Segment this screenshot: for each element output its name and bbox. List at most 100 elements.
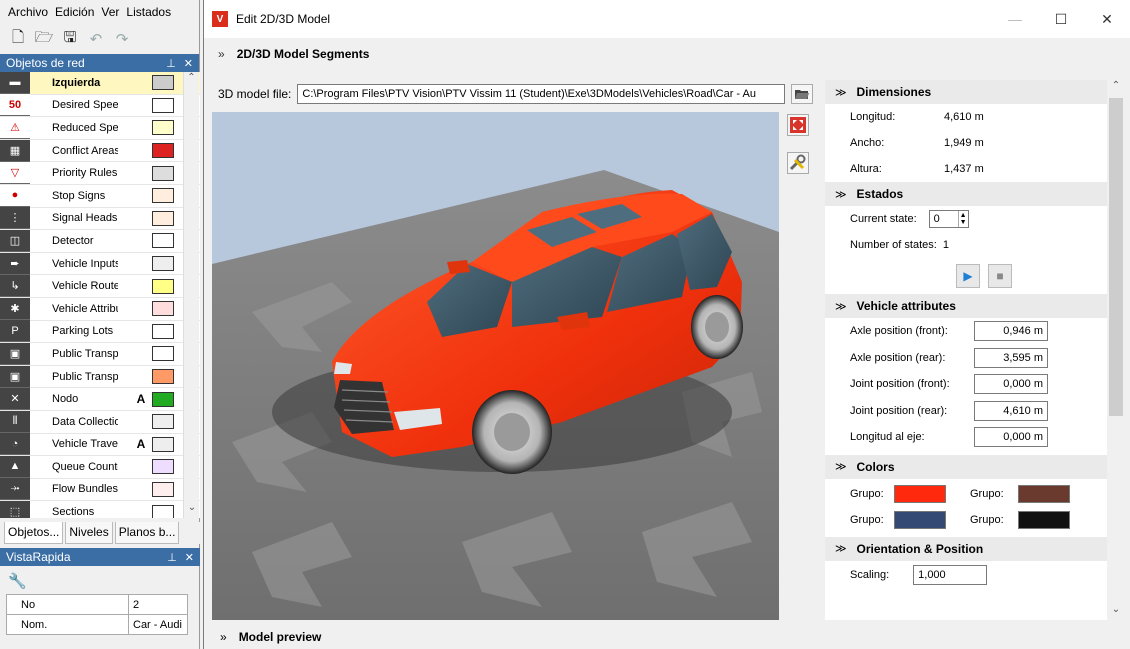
object-color-swatch[interactable]: [152, 346, 174, 362]
color-swatch[interactable]: [894, 484, 946, 503]
scroll-down-icon[interactable]: ⌄: [184, 502, 200, 518]
quickview-value[interactable]: 2: [128, 594, 188, 615]
list-item[interactable]: ✕ Nodo A: [0, 388, 200, 411]
label-flag[interactable]: A: [134, 392, 148, 406]
object-color-swatch[interactable]: [152, 459, 174, 475]
list-item[interactable]: ✱ Vehicle Attribu: [0, 297, 200, 321]
menu-archivo[interactable]: Archivo: [8, 5, 48, 19]
close-icon[interactable]: ✕: [185, 551, 194, 564]
object-color-swatch[interactable]: [152, 323, 174, 339]
maximize-icon[interactable]: ☐: [1038, 0, 1084, 38]
list-item[interactable]: ▲ Queue Counte: [0, 455, 200, 479]
list-item[interactable]: ▣ Public Transpo: [0, 342, 200, 366]
object-color-swatch[interactable]: [152, 188, 174, 204]
object-color-swatch[interactable]: [152, 120, 174, 136]
object-color-swatch[interactable]: [152, 391, 174, 407]
list-item[interactable]: ▽ Priority Rules: [0, 162, 200, 185]
list-item[interactable]: ▣ Public Transpo: [0, 365, 200, 389]
list-item[interactable]: ➨ Vehicle Inputs: [0, 252, 200, 276]
object-color-swatch[interactable]: [152, 143, 174, 159]
object-color-swatch[interactable]: [152, 504, 174, 518]
list-item[interactable]: ▦ Conflict Areas: [0, 139, 200, 163]
list-item[interactable]: 50 Desired Speed: [0, 94, 200, 118]
list-item[interactable]: ⦀ Data Collectio: [0, 410, 200, 434]
open-folder-icon[interactable]: 🗁: [34, 29, 54, 49]
section-colors[interactable]: ≫ Colors: [825, 454, 1107, 479]
section-orientation[interactable]: ≫ Orientation & Position: [825, 536, 1107, 561]
redo-icon[interactable]: ↷: [112, 29, 132, 49]
close-icon[interactable]: ✕: [184, 57, 193, 70]
object-color-swatch[interactable]: [152, 414, 174, 430]
collapse-chevron-icon[interactable]: ≫: [835, 86, 847, 99]
object-color-swatch[interactable]: [152, 369, 174, 385]
play-button[interactable]: ▶: [956, 264, 980, 288]
list-item[interactable]: ⋮ Signal Heads: [0, 207, 200, 231]
menu-edicion[interactable]: Edición: [55, 5, 94, 19]
list-item[interactable]: ⚠ Reduced Spee: [0, 116, 200, 140]
list-item[interactable]: ◫ Detector: [0, 229, 200, 253]
model-file-input[interactable]: C:\Program Files\PTV Vision\PTV Vissim 1…: [297, 84, 786, 104]
properties-scrollbar[interactable]: ⌃ ⌄: [1107, 80, 1125, 620]
attr-input[interactable]: 3,595 m: [974, 347, 1048, 368]
segments-header[interactable]: » 2D/3D Model Segments: [204, 38, 1130, 70]
new-file-icon[interactable]: 🗋: [8, 29, 28, 49]
fit-view-button[interactable]: [787, 114, 809, 136]
label-flag[interactable]: A: [134, 437, 148, 451]
stop-button[interactable]: ■: [988, 264, 1012, 288]
stepper-down-icon[interactable]: ▼: [960, 219, 967, 226]
object-color-swatch[interactable]: [152, 278, 174, 294]
collapse-chevron-icon[interactable]: ≫: [835, 460, 847, 473]
collapse-chevron-icon[interactable]: ≫: [835, 188, 847, 201]
model-3d-viewport[interactable]: [212, 112, 779, 620]
pin-icon[interactable]: ⊥: [167, 551, 177, 564]
object-color-swatch[interactable]: [152, 256, 174, 272]
current-state-stepper[interactable]: 0 ▲ ▼: [928, 210, 969, 228]
minimize-icon[interactable]: —: [992, 0, 1038, 38]
object-color-swatch[interactable]: [152, 233, 174, 249]
attr-input[interactable]: 0,946 m: [974, 321, 1048, 342]
attr-input[interactable]: 0,000 m: [974, 374, 1048, 395]
collapse-chevron-icon[interactable]: ≫: [835, 542, 847, 555]
browse-folder-button[interactable]: [791, 84, 814, 104]
expand-chevron-icon[interactable]: »: [218, 47, 225, 61]
color-swatch[interactable]: [1018, 510, 1070, 529]
object-color-swatch[interactable]: [152, 210, 174, 226]
table-row[interactable]: No 2: [6, 594, 188, 615]
tools-dropdown-button[interactable]: [787, 152, 809, 174]
object-color-swatch[interactable]: [152, 436, 174, 452]
section-dimensions[interactable]: ≫ Dimensiones: [825, 80, 1107, 104]
list-item[interactable]: ↳ Vehicle Routes: [0, 275, 200, 298]
list-item[interactable]: P Parking Lots: [0, 320, 200, 344]
close-icon[interactable]: ✕: [1084, 0, 1130, 38]
object-color-swatch[interactable]: [152, 97, 174, 113]
wrench-icon[interactable]: 🔧: [0, 568, 200, 594]
tab-backgrounds[interactable]: Planos b...: [114, 522, 180, 544]
list-item[interactable]: ▬ Izquierda: [0, 72, 200, 95]
expand-chevron-icon[interactable]: »: [220, 630, 227, 644]
color-swatch[interactable]: [1018, 484, 1070, 503]
tab-levels[interactable]: Niveles: [65, 522, 113, 544]
object-color-swatch[interactable]: [152, 75, 174, 91]
scroll-up-icon[interactable]: ⌃: [184, 72, 199, 88]
object-color-swatch[interactable]: [152, 481, 174, 497]
menu-ver[interactable]: Ver: [101, 5, 119, 19]
section-states[interactable]: ≫ Estados: [825, 182, 1107, 206]
color-swatch[interactable]: [894, 510, 946, 529]
pin-icon[interactable]: ⊥: [166, 57, 176, 70]
scroll-up-icon[interactable]: ⌃: [1107, 80, 1125, 96]
attr-input[interactable]: 0,000 m: [974, 427, 1048, 448]
list-item[interactable]: ⬚ Sections: [0, 501, 200, 518]
objects-scrollbar[interactable]: ⌃ ⌄: [183, 72, 199, 518]
list-item[interactable]: ● Stop Signs: [0, 184, 200, 208]
attr-input[interactable]: 4,610 m: [974, 400, 1048, 421]
section-vehicle-attributes[interactable]: ≫ Vehicle attributes: [825, 294, 1107, 318]
menu-listados[interactable]: Listados: [126, 5, 171, 19]
undo-icon[interactable]: ↶: [86, 29, 106, 49]
object-color-swatch[interactable]: [152, 165, 174, 181]
table-row[interactable]: Nom. Car - Audi: [6, 614, 188, 635]
quickview-value[interactable]: Car - Audi: [128, 614, 188, 635]
scroll-down-icon[interactable]: ⌄: [1107, 604, 1125, 620]
scaling-input[interactable]: 1,000: [913, 564, 988, 585]
list-item[interactable]: ◔ Vehicle Travel A: [0, 433, 200, 457]
tab-objects[interactable]: Objetos...: [4, 522, 64, 544]
